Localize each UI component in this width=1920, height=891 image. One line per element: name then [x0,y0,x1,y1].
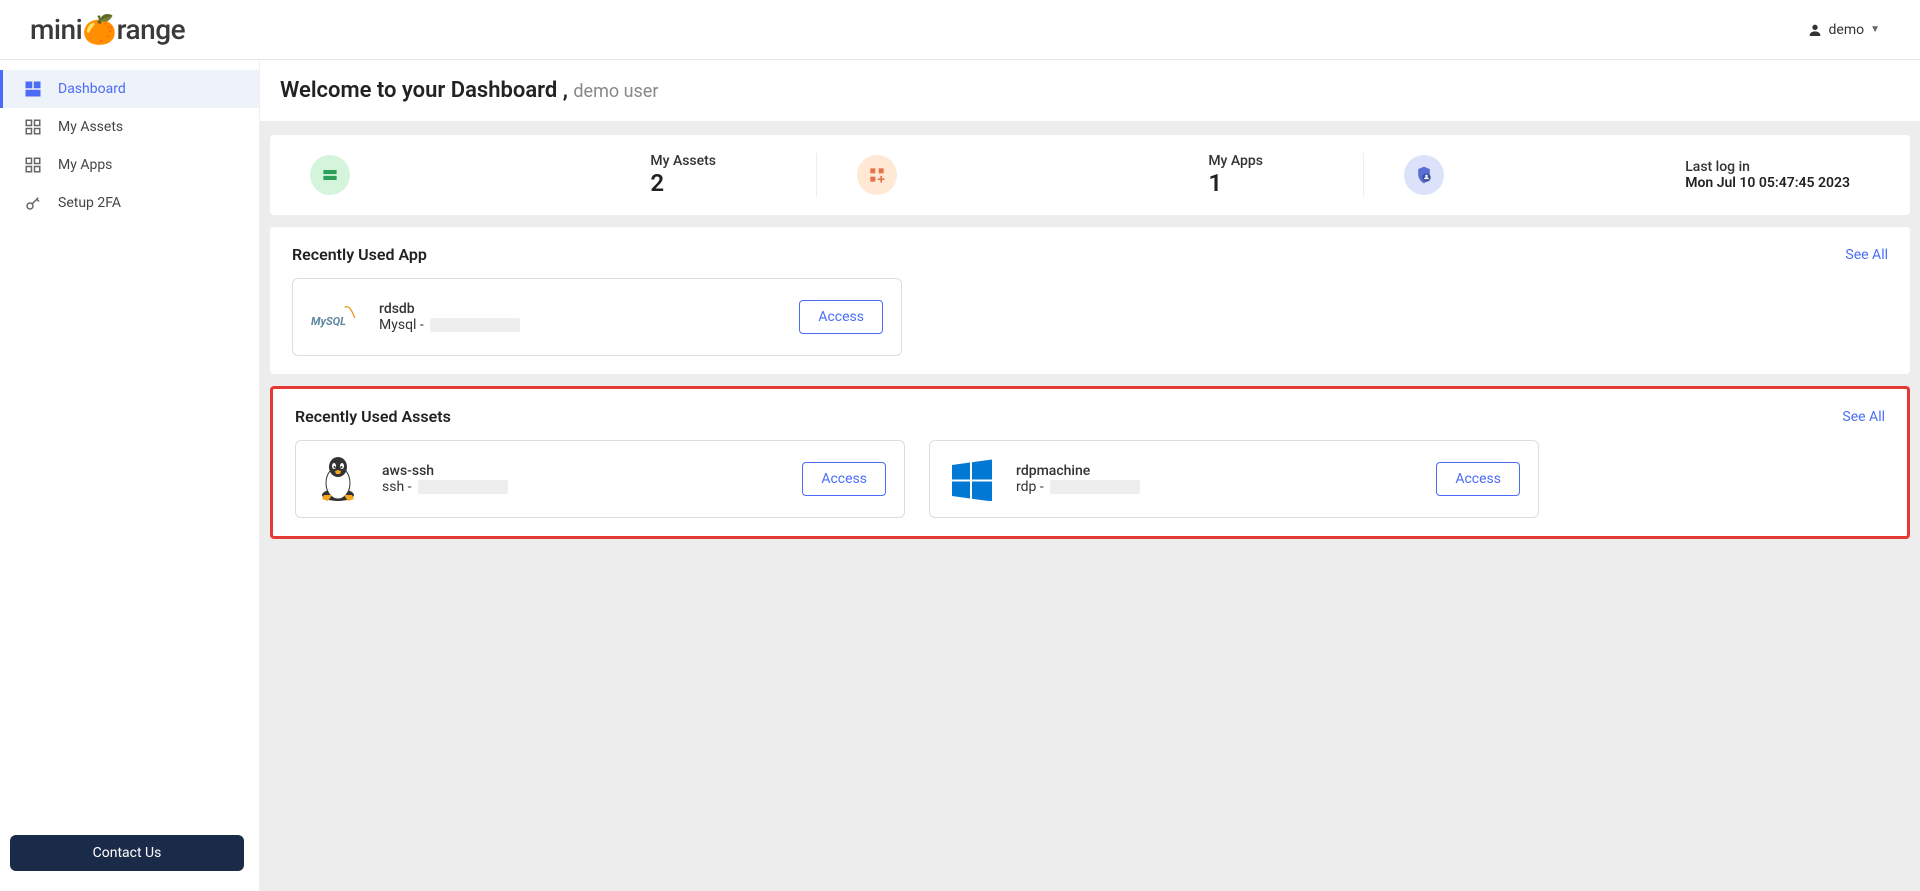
stat-value: Mon Jul 10 05:47:45 2023 [1685,175,1850,191]
stat-label: My Assets [650,153,716,169]
main-content: Welcome to your Dashboard , demo user My… [260,60,1920,891]
see-all-link[interactable]: See All [1842,409,1885,425]
sidebar-item-dashboard[interactable]: Dashboard [0,70,259,108]
redacted-host [1050,480,1140,494]
stats-row: My Assets 2 My Apps 1 [270,135,1910,215]
logo: mini🍊range [30,13,185,46]
apps-icon [24,156,42,174]
logo-prefix: mini [30,13,82,46]
welcome-username: demo user [573,81,658,102]
asset-type: rdp - [1016,479,1044,495]
stat-apps: My Apps 1 [817,153,1364,197]
stat-value: 2 [650,169,716,197]
sidebar-label: Setup 2FA [58,195,121,211]
sidebar-item-2fa[interactable]: Setup 2FA [0,184,259,222]
stat-label: My Apps [1208,153,1263,169]
redacted-host [430,318,520,332]
user-menu[interactable]: demo ▼ [1807,22,1881,38]
see-all-link[interactable]: See All [1845,247,1888,263]
assets-icon [24,118,42,136]
stat-assets: My Assets 2 [270,153,817,197]
key-icon [24,194,42,212]
svg-text:MySQL: MySQL [311,315,346,328]
section-recent-apps: Recently Used App See All MySQL rdsdb My… [270,227,1910,374]
mysql-icon: MySQL [311,293,359,341]
access-button[interactable]: Access [799,300,883,334]
assets-stat-icon [310,155,350,195]
redacted-host [418,480,508,494]
asset-type: ssh - [382,479,412,495]
chevron-down-icon: ▼ [1870,24,1880,35]
windows-icon [948,455,996,503]
dashboard-icon [24,80,42,98]
section-recent-assets: Recently Used Assets See All aws-ssh ssh… [270,386,1910,539]
sidebar-item-assets[interactable]: My Assets [0,108,259,146]
user-icon [1807,22,1823,38]
asset-card: aws-ssh ssh - Access [295,440,905,518]
app-type: Mysql - [379,317,424,333]
apps-stat-icon [857,155,897,195]
logo-highlight: 🍊 [82,13,116,46]
stat-value: 1 [1208,169,1263,197]
login-stat-icon [1404,155,1444,195]
asset-card: rdpmachine rdp - Access [929,440,1539,518]
access-button[interactable]: Access [802,462,886,496]
welcome-title: Welcome to your Dashboard , [280,78,568,103]
app-card: MySQL rdsdb Mysql - Access [292,278,902,356]
sidebar: Dashboard My Assets My Apps Setup 2FA Co… [0,60,260,891]
contact-button[interactable]: Contact Us [10,835,244,871]
app-name: rdsdb [379,301,779,317]
stat-label: Last log in [1685,159,1850,175]
logo-suffix: range [117,13,185,46]
sidebar-label: Dashboard [58,81,126,97]
asset-name: rdpmachine [1016,463,1416,479]
asset-name: aws-ssh [382,463,782,479]
header: mini🍊range demo ▼ [0,0,1920,60]
sidebar-label: My Apps [58,157,112,173]
section-title: Recently Used Assets [295,407,451,426]
section-title: Recently Used App [292,245,427,264]
stat-login: Last log in Mon Jul 10 05:47:45 2023 [1364,153,1910,197]
access-button[interactable]: Access [1436,462,1520,496]
welcome-banner: Welcome to your Dashboard , demo user [260,60,1920,121]
user-name: demo [1829,22,1865,38]
sidebar-label: My Assets [58,119,123,135]
sidebar-item-apps[interactable]: My Apps [0,146,259,184]
linux-icon [314,455,362,503]
